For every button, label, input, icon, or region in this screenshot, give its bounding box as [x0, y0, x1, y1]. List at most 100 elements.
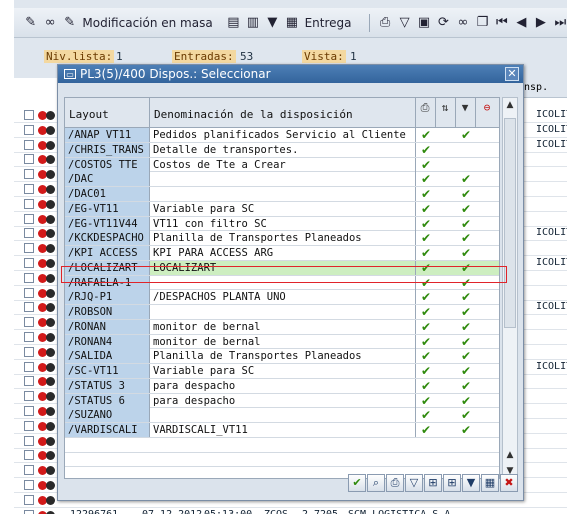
layout-description-cell[interactable]: KPI PARA ACCESS ARG	[150, 246, 416, 260]
layout-row[interactable]: /RONAN4 monitor de bernal ✔ ✔	[65, 334, 499, 350]
layout-row[interactable]: /SC-VT11 Variable para SC ✔ ✔	[65, 364, 499, 379]
row-checkbox[interactable]	[24, 465, 34, 476]
row-checkbox[interactable]	[24, 124, 34, 135]
row-checkbox[interactable]	[24, 391, 34, 402]
layout-name-cell[interactable]: /VARDISCALI	[65, 423, 150, 437]
layout-row[interactable]: /STATUS 6 para despacho ✔ ✔	[65, 393, 499, 409]
layout-name-cell[interactable]: /SUZANO	[65, 408, 150, 423]
scroll-down-button[interactable]: ▲	[503, 448, 517, 462]
row-checkbox[interactable]	[24, 376, 34, 387]
layout-row[interactable]: /KPI ACCESS KPI PARA ACCESS ARG ✔ ✔	[65, 246, 499, 261]
layout-description-cell[interactable]: VT11 con filtro SC	[150, 216, 416, 231]
layout-description-cell[interactable]: para despacho	[150, 393, 416, 408]
row-checkbox[interactable]	[24, 420, 34, 431]
print-button[interactable]: ⎙	[386, 474, 404, 492]
cancel-button[interactable]: ✖	[500, 474, 518, 492]
row-checkbox[interactable]	[24, 317, 34, 328]
column-header-sort[interactable]: ⇅	[436, 98, 456, 128]
row-checkbox[interactable]	[24, 361, 34, 372]
document-icon[interactable]: ▤	[227, 15, 240, 31]
row-checkbox[interactable]	[24, 258, 34, 268]
row-checkbox[interactable]	[24, 228, 34, 239]
row-checkbox[interactable]	[24, 435, 34, 446]
layout-row[interactable]: /VARDISCALI VARDISCALI_VT11 ✔ ✔	[65, 423, 499, 438]
list-row[interactable]: 12296761 07.12.201205:13:00 ZCOS 2 7205 SCM L…	[14, 508, 567, 514]
layout-description-cell[interactable]: VARDISCALI_VT11	[150, 423, 416, 437]
delivery-icon[interactable]: ▦	[285, 15, 298, 31]
row-checkbox[interactable]	[24, 346, 34, 357]
layout-name-cell[interactable]: /KCKDESPACHO	[65, 231, 150, 246]
layout-row[interactable]: /LOCALIZART LOCALIZART ✔ ✔	[65, 260, 499, 276]
layout-description-cell[interactable]	[150, 187, 416, 201]
layout-description-cell[interactable]	[150, 408, 416, 423]
layout-name-cell[interactable]: /CHRIS_TRANS	[65, 142, 150, 157]
layout-name-cell[interactable]: /RONAN4	[65, 334, 150, 349]
row-checkbox[interactable]	[24, 110, 34, 120]
row-checkbox[interactable]	[24, 332, 34, 342]
layout-description-cell[interactable]	[150, 275, 416, 290]
row-checkbox[interactable]	[24, 509, 34, 514]
column-header-filter[interactable]: ▼	[456, 98, 476, 128]
set-filter-button[interactable]: ▼	[462, 474, 480, 492]
layout-row[interactable]: /CHRIS_TRANS Detalle de transportes. ✔	[65, 142, 499, 158]
row-checkbox[interactable]	[24, 243, 34, 254]
layout-row[interactable]: /RONAN monitor de bernal ✔ ✔	[65, 319, 499, 335]
refresh-icon[interactable]: ⟳	[437, 15, 450, 31]
layout-name-cell[interactable]: /RAFAELA-1	[65, 275, 150, 290]
row-checkbox[interactable]	[24, 287, 34, 298]
pencil-icon[interactable]: ✎	[24, 15, 37, 31]
layout-description-cell[interactable]	[150, 305, 416, 319]
dialog-title-bar[interactable]: ▭ PL3(5)/400 Dispos.: Seleccionar	[58, 65, 523, 83]
layout-name-cell[interactable]: /STATUS 6	[65, 393, 150, 408]
next-page-icon[interactable]: ▶	[534, 15, 547, 31]
row-checkbox[interactable]	[24, 494, 34, 505]
layout-row[interactable]: /RJQ-P1/DESPACHOS PLANTA UNO ✔ ✔	[65, 290, 499, 305]
column-header-description[interactable]: Denominación de la disposición	[150, 98, 416, 128]
vertical-scrollbar[interactable]: ▲ ▲ ▼	[502, 97, 518, 479]
layout-description-cell[interactable]: Planilla de Transportes Planeados	[150, 231, 416, 246]
layout-name-cell[interactable]: /STATUS 3	[65, 378, 150, 393]
layout-description-cell[interactable]: /DESPACHOS PLANTA UNO	[150, 290, 416, 305]
layout-name-cell[interactable]: /SALIDA	[65, 349, 150, 364]
link-icon[interactable]: ∞	[456, 15, 469, 31]
find-more-button[interactable]: ⊞	[443, 474, 461, 492]
row-checkbox[interactable]	[24, 154, 34, 165]
layout-description-cell[interactable]: Pedidos planificados Servicio al Cliente	[150, 128, 416, 142]
layout-description-cell[interactable]: Detalle de transportes.	[150, 142, 416, 157]
layout-description-cell[interactable]: Planilla de Transportes Planeados	[150, 349, 416, 364]
column-header-print[interactable]: ⎙	[416, 98, 436, 128]
row-checkbox[interactable]	[24, 450, 34, 461]
row-checkbox[interactable]	[24, 169, 34, 180]
glasses-icon[interactable]: ∞	[43, 15, 56, 31]
close-button[interactable]: ✕	[505, 67, 519, 81]
row-checkbox[interactable]	[24, 406, 34, 416]
layout-row[interactable]: /ROBSON ✔ ✔	[65, 305, 499, 320]
print-icon[interactable]: ⎙	[378, 15, 391, 31]
layout-row[interactable]: /STATUS 3 para despacho ✔ ✔	[65, 378, 499, 394]
copy-icon[interactable]: ❐	[476, 15, 489, 31]
layout-row[interactable]: /RAFAELA-1 ✔ ✔	[65, 275, 499, 291]
previous-page-icon[interactable]: ◀	[515, 15, 528, 31]
layout-name-cell[interactable]: /ROBSON	[65, 305, 150, 319]
last-page-icon[interactable]: ⏭	[554, 15, 567, 31]
table-settings-button[interactable]: ▦	[481, 474, 499, 492]
layout-name-cell[interactable]: /EG-VT11	[65, 201, 150, 216]
layout-name-cell[interactable]: /RONAN	[65, 319, 150, 334]
row-checkbox[interactable]	[24, 272, 34, 283]
layout-description-cell[interactable]	[150, 172, 416, 187]
layout-description-cell[interactable]: Variable para SC	[150, 201, 416, 216]
layout-description-cell[interactable]: monitor de bernal	[150, 319, 416, 334]
layout-description-cell[interactable]: LOCALIZART	[150, 260, 416, 275]
row-checkbox[interactable]	[24, 302, 34, 313]
row-checkbox[interactable]	[24, 480, 34, 490]
layout-description-cell[interactable]: monitor de bernal	[150, 334, 416, 349]
layout-row[interactable]: /SUZANO ✔ ✔	[65, 408, 499, 423]
layout-name-cell[interactable]: /SC-VT11	[65, 364, 150, 378]
row-checkbox[interactable]	[24, 184, 34, 194]
layout-description-cell[interactable]: Costos de Tte a Crear	[150, 157, 416, 172]
row-checkbox[interactable]	[24, 213, 34, 224]
layout-name-cell[interactable]: /RJQ-P1	[65, 290, 150, 305]
layout-name-cell[interactable]: /COSTOS TTE	[65, 157, 150, 172]
layout-row[interactable]: /ANAP VT11 Pedidos planificados Servicio …	[65, 128, 499, 143]
filter-set-icon[interactable]: ▽	[398, 15, 411, 31]
